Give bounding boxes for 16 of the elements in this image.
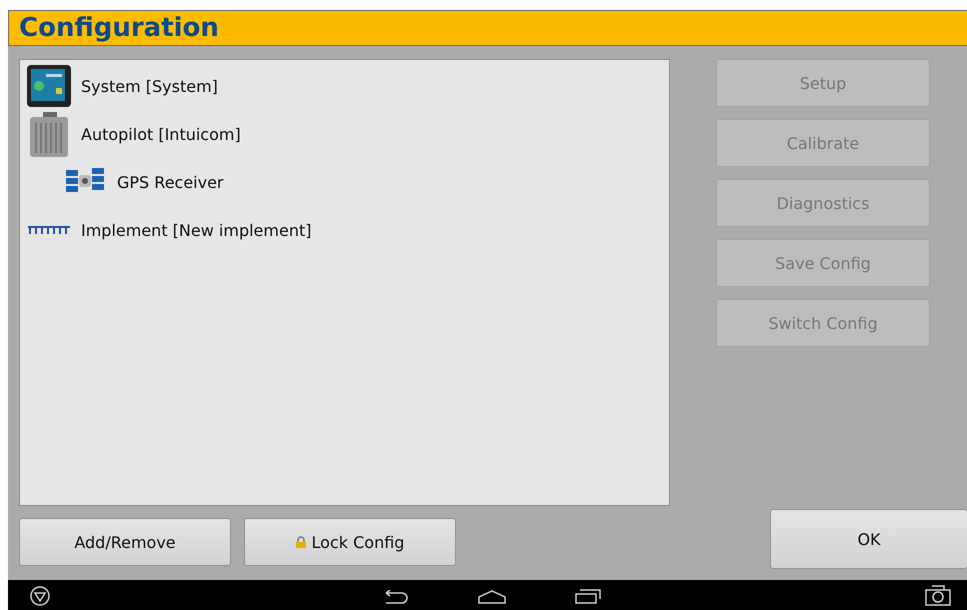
- stop-icon[interactable]: [29, 586, 51, 606]
- padlock-icon: [296, 536, 306, 548]
- tree-item[interactable]: GPS Receiver: [20, 158, 669, 206]
- home-icon[interactable]: [478, 590, 506, 604]
- camera-icon[interactable]: [925, 585, 951, 606]
- implement-icon: [28, 226, 70, 234]
- window-title: Configuration: [8, 10, 967, 46]
- tree-item[interactable]: Autopilot [Intuicom]: [20, 110, 669, 158]
- control-box-icon: [27, 111, 71, 157]
- recent-apps-icon[interactable]: [575, 589, 601, 604]
- tablet-icon: [26, 64, 72, 108]
- ok-button[interactable]: OK: [770, 509, 967, 569]
- tree-item[interactable]: System [System]: [20, 62, 669, 110]
- lock-config-button[interactable]: Lock Config: [244, 518, 456, 566]
- tree-item[interactable]: Implement [New implement]: [20, 206, 669, 254]
- add-remove-button[interactable]: Add/Remove: [19, 518, 231, 566]
